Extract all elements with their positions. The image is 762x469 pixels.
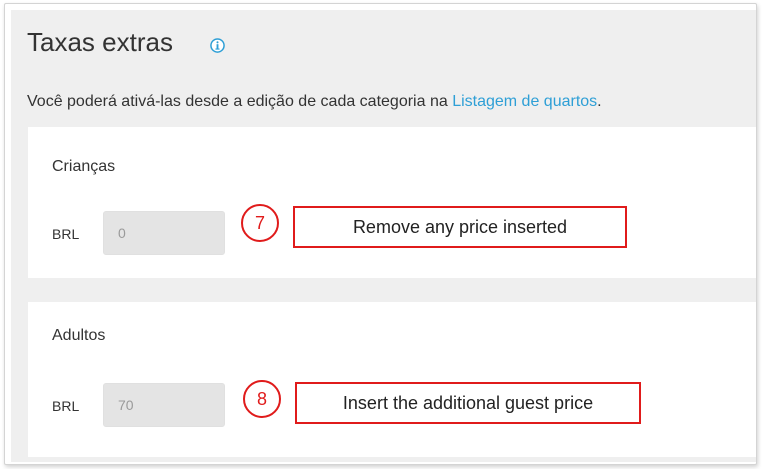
section-title: Taxas extras xyxy=(27,27,173,57)
adults-currency: BRL xyxy=(52,398,80,414)
adults-price-input[interactable] xyxy=(103,383,225,427)
info-icon[interactable] xyxy=(210,38,225,53)
annotation-8-marker: 8 xyxy=(243,380,281,418)
section-description: Você poderá ativá-las desde a edição de … xyxy=(27,93,602,111)
screenshot-frame: Taxas extras Você poderá ativá-las desde… xyxy=(4,3,757,465)
annotation-7-marker: 7 xyxy=(241,204,279,242)
adults-label: Adultos xyxy=(52,327,106,344)
children-fee-card: Crianças BRL xyxy=(28,127,756,278)
rooms-listing-link[interactable]: Listagem de quartos xyxy=(452,93,597,110)
annotation-8-callout: Insert the additional guest price xyxy=(295,382,641,424)
children-currency: BRL xyxy=(52,226,80,242)
description-end: . xyxy=(597,93,602,110)
children-price-input[interactable] xyxy=(103,211,225,255)
annotation-7-callout: Remove any price inserted xyxy=(293,206,627,248)
extra-fees-panel: Taxas extras Você poderá ativá-las desde… xyxy=(11,10,756,462)
description-text: Você poderá ativá-las desde a edição de … xyxy=(27,93,453,110)
children-label: Crianças xyxy=(52,158,116,175)
adults-fee-card: Adultos BRL xyxy=(28,302,756,457)
